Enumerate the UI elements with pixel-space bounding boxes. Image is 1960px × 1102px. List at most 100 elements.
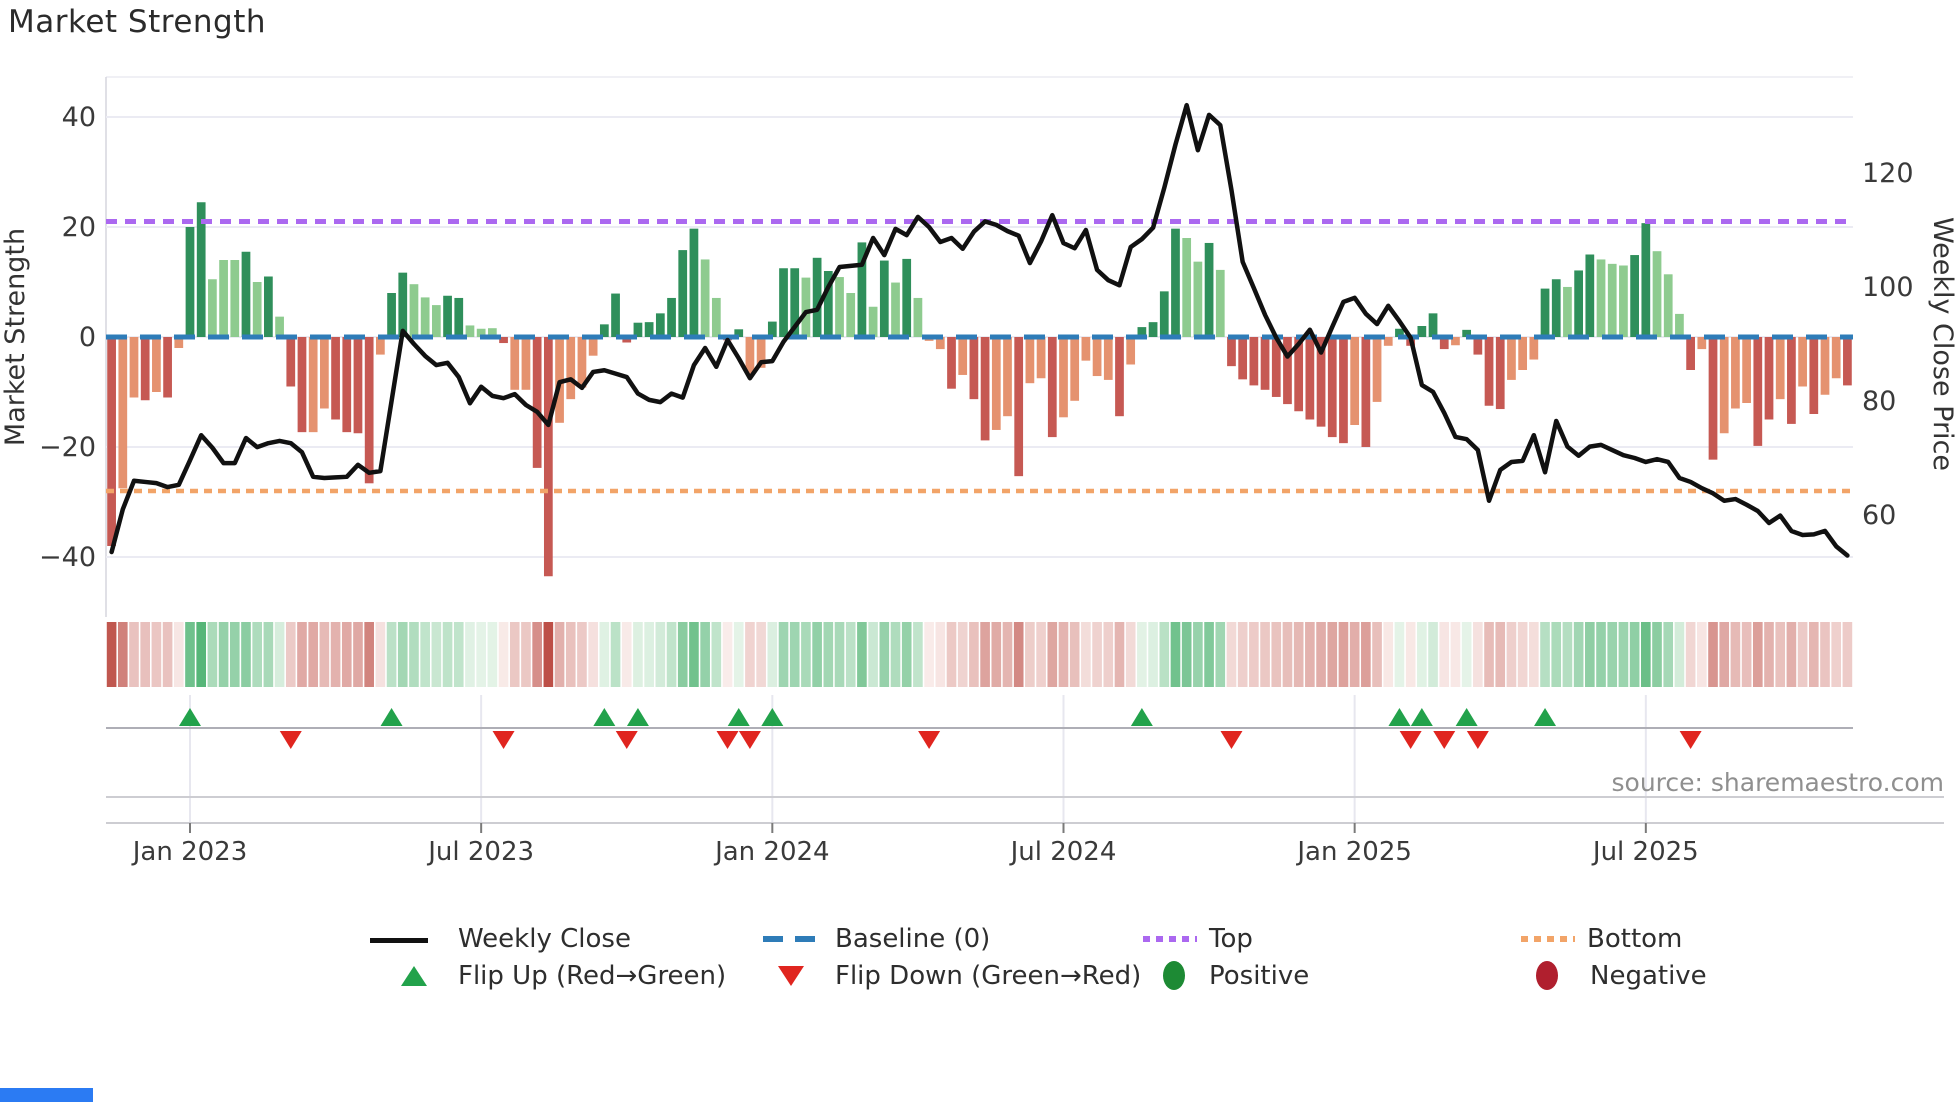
strength-bar xyxy=(801,277,811,337)
strength-bar xyxy=(532,337,542,468)
flip-down-marker xyxy=(1466,731,1489,749)
strength-bar xyxy=(958,337,968,375)
strength-bar xyxy=(1686,337,1695,370)
strength-bar xyxy=(1675,313,1684,337)
legend-weekly-close: Weekly Close xyxy=(458,924,631,954)
strength-bar xyxy=(1630,255,1639,337)
strength-bar xyxy=(1518,337,1528,370)
strength-bar xyxy=(1428,313,1438,337)
y2-tick-label: 120 xyxy=(1862,158,1914,189)
strength-bar xyxy=(364,337,374,484)
strength-bar xyxy=(152,337,161,392)
heatmap-cell xyxy=(1797,622,1808,687)
flip-up-marker xyxy=(727,708,750,726)
heatmap-cell xyxy=(1596,622,1606,687)
heatmap-cell xyxy=(1808,622,1819,687)
strength-bar xyxy=(1731,337,1740,409)
strength-bar xyxy=(1753,337,1763,446)
heatmap-cell xyxy=(1069,622,1080,687)
strength-bar xyxy=(1339,337,1348,444)
strength-bar xyxy=(1798,337,1807,387)
strength-bar xyxy=(846,293,856,337)
heatmap-cell xyxy=(957,622,968,687)
strength-bar xyxy=(689,228,699,337)
bottom-left-blue-strip xyxy=(0,1088,93,1102)
heatmap-cell xyxy=(845,622,856,687)
strength-bar xyxy=(163,337,172,398)
heatmap-cell xyxy=(252,622,262,687)
heatmap-cell xyxy=(789,622,800,687)
heatmap-cell xyxy=(1092,622,1102,687)
strength-bar xyxy=(1081,337,1091,361)
strength-bar xyxy=(1596,259,1606,337)
heatmap-cell xyxy=(1282,622,1293,687)
heatmap-cell xyxy=(577,622,587,687)
strength-bar xyxy=(208,279,217,337)
strength-bar xyxy=(1484,337,1494,406)
heatmap-cell xyxy=(823,622,834,687)
heatmap-cell xyxy=(565,622,576,687)
strength-bar xyxy=(320,337,329,409)
heatmap-cell xyxy=(1293,622,1304,687)
y-tick-label: −40 xyxy=(39,542,96,573)
heatmap-cell xyxy=(1137,622,1147,687)
strength-bar xyxy=(297,337,307,433)
strength-bar xyxy=(308,337,318,433)
strength-bar xyxy=(1820,337,1830,395)
heatmap-cell xyxy=(935,622,946,687)
strength-bar xyxy=(1574,270,1583,337)
strength-bar xyxy=(521,337,531,390)
legend-positive: Positive xyxy=(1209,961,1310,991)
y-axis-title: Market Strength xyxy=(0,228,31,446)
strength-bar xyxy=(275,316,284,337)
page-title: Market Strength xyxy=(8,4,267,40)
strength-bar xyxy=(398,272,408,337)
strength-bar xyxy=(1047,337,1057,438)
strength-bar xyxy=(1070,337,1080,401)
strength-bar xyxy=(1787,337,1796,424)
legend-flip-up: Flip Up (Red→Green) xyxy=(458,961,727,991)
strength-bar xyxy=(1507,337,1516,380)
y-tick-label: 20 xyxy=(62,212,96,243)
y-tick-label: −20 xyxy=(39,432,96,463)
strength-bar xyxy=(1036,337,1046,379)
flip-up-marker xyxy=(1534,708,1557,726)
x-tick-label: Jan 2025 xyxy=(1295,837,1412,867)
heatmap-cell xyxy=(1607,622,1618,687)
strength-bar xyxy=(879,260,889,337)
flip-down-icon xyxy=(778,966,804,986)
strength-bar xyxy=(1719,337,1729,434)
heatmap-cell xyxy=(1114,622,1125,687)
heatmap-cell xyxy=(498,622,509,687)
legend-top: Top xyxy=(1209,924,1253,954)
heatmap-cell xyxy=(1461,622,1472,687)
heatmap-cell xyxy=(913,622,923,687)
strength-bar xyxy=(1327,337,1337,438)
heatmap-cell xyxy=(1013,622,1024,687)
heatmap-cell xyxy=(722,622,733,687)
strength-bar xyxy=(1843,337,1852,386)
strength-bar xyxy=(779,268,788,337)
heatmap-cell xyxy=(1394,622,1405,687)
heatmap-cell xyxy=(1663,622,1674,687)
heatmap-cell xyxy=(1305,622,1315,687)
heatmap-cell xyxy=(767,622,778,687)
heatmap-cell xyxy=(1405,622,1416,687)
strength-bar xyxy=(566,337,576,400)
strength-bar xyxy=(409,284,419,337)
strength-bar xyxy=(947,337,956,389)
heatmap-cell xyxy=(1618,622,1629,687)
strength-bar xyxy=(1361,337,1371,447)
flip-up-marker xyxy=(761,708,784,726)
strength-bar xyxy=(1473,337,1483,355)
strength-bar xyxy=(812,257,822,337)
strength-bar xyxy=(1003,337,1012,417)
y-tick-label: 40 xyxy=(62,102,96,133)
source-credit: source: sharemaestro.com xyxy=(1611,768,1945,797)
heatmap-cell xyxy=(1047,622,1058,687)
strength-bar xyxy=(655,313,665,337)
heatmap-cell xyxy=(476,622,486,687)
heatmap-cell xyxy=(330,622,341,687)
heatmap-cell xyxy=(1495,622,1506,687)
strength-bar xyxy=(913,297,923,337)
